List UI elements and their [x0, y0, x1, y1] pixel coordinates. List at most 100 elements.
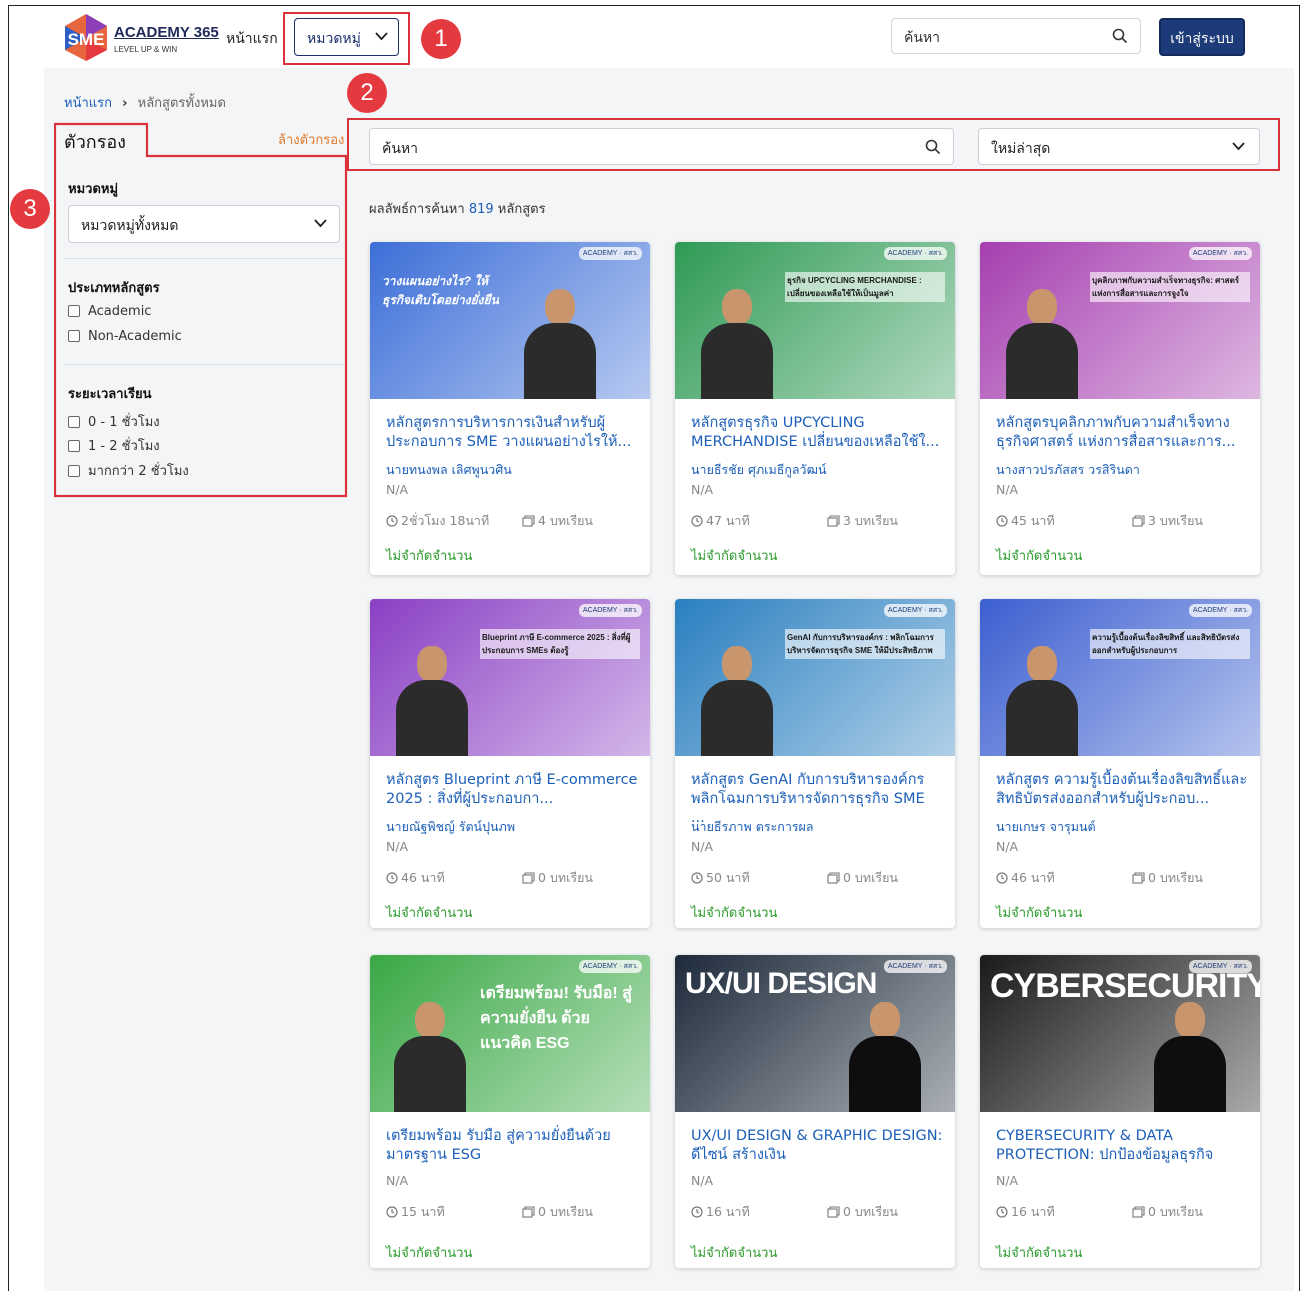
- sponsor-logo: ACADEMY · สสว.: [578, 604, 642, 617]
- course-thumbnail[interactable]: ACADEMY · สสว. ความรู้เบื้องต้นเรื่องลิขส…: [980, 599, 1260, 756]
- step-badge-2: 2: [347, 73, 387, 113]
- course-price: N/A: [386, 482, 409, 497]
- course-title[interactable]: หลักสูตรบุคลิกภาพกับความสำเร็จทางธุรกิจศ…: [996, 414, 1248, 452]
- clock-icon: [386, 872, 398, 884]
- course-card[interactable]: ACADEMY · สสว. Blueprint ภาษี E-commerce …: [370, 599, 650, 928]
- checkbox-icon[interactable]: [68, 465, 80, 477]
- course-duration: 50 นาที: [706, 870, 750, 885]
- course-duration: 45 นาที: [1011, 513, 1055, 528]
- course-duration: 46 นาที: [401, 870, 445, 885]
- checkbox-icon[interactable]: [68, 416, 80, 428]
- course-thumbnail[interactable]: ACADEMY · สสว. Blueprint ภาษี E-commerce …: [370, 599, 650, 756]
- course-lessons: 0 บทเรียน: [1148, 870, 1203, 885]
- lessons-icon: [1132, 515, 1145, 527]
- login-button[interactable]: เข้าสู่ระบบ: [1159, 18, 1245, 56]
- result-summary: ผลลัพธ์การค้นหา 819 หลักสูตร: [369, 198, 546, 219]
- nav-home-link[interactable]: หน้าแรก: [226, 28, 278, 50]
- course-instructor[interactable]: นายเกษร จารุมนต์: [996, 817, 1096, 837]
- course-lessons: 0 บทเรียน: [1148, 1204, 1203, 1219]
- sponsor-logo: ACADEMY · สสว.: [883, 960, 947, 973]
- checkbox-icon[interactable]: [68, 305, 80, 317]
- sponsor-logo: ACADEMY · สสว.: [578, 960, 642, 973]
- sponsor-logo: ACADEMY · สสว.: [578, 247, 642, 260]
- course-meta: 47 นาที 3 บทเรียน: [691, 511, 941, 531]
- course-thumbnail[interactable]: ACADEMY · สสว. UX/UI DESIGN: [675, 955, 955, 1112]
- course-duration: 16 นาที: [1011, 1204, 1055, 1219]
- checkbox-icon[interactable]: [68, 440, 80, 452]
- thumbnail-headline: ความรู้เบื้องต้นเรื่องลิขสิทธิ์ และสิทธิ…: [1090, 629, 1250, 659]
- course-thumbnail[interactable]: ACADEMY · สสว. วางแผนอย่างไร? ให้ธุรกิจเต…: [370, 242, 650, 399]
- course-seat-limit: ไม่จำกัดจำนวน: [691, 906, 778, 921]
- course-meta: 2ชั่วโมง 18นาที 4 บทเรียน: [386, 511, 636, 531]
- filter-option-duration-1-2[interactable]: 1 - 2 ชั่วโมง: [68, 435, 160, 456]
- course-card[interactable]: ACADEMY · สสว. ความรู้เบื้องต้นเรื่องลิขส…: [980, 599, 1260, 928]
- course-instructor[interactable]: นายณัฐพิชญ์ รัตน์ปุนภพ: [386, 817, 515, 837]
- course-title[interactable]: หลักสูตรการบริหารการเงินสำหรับผู้ประกอบก…: [386, 414, 638, 452]
- sponsor-logo: ACADEMY · สสว.: [883, 247, 947, 260]
- category-filter-select[interactable]: หมวดหมู่ทั้งหมด: [68, 205, 340, 243]
- course-card[interactable]: ACADEMY · สสว. บุคลิกภาพกับความสำเร็จทางธ…: [980, 242, 1260, 575]
- filter-option-label: มากกว่า 2 ชั่วโมง: [88, 464, 189, 479]
- course-card[interactable]: ACADEMY · สสว. เตรียมพร้อม! รับมือ! สู่คว…: [370, 955, 650, 1268]
- course-instructor[interactable]: นายธีรภาพ ตระการผล: [691, 817, 814, 837]
- sidebar-divider: [64, 364, 344, 365]
- course-thumbnail[interactable]: ACADEMY · สสว. GenAI กับการบริหารองค์กร :…: [675, 599, 955, 756]
- course-lessons-wrap: 4 บทเรียน: [522, 511, 593, 531]
- filter-option-duration-2-plus[interactable]: มากกว่า 2 ชั่วโมง: [68, 460, 189, 481]
- course-meta: 46 นาที 0 บทเรียน: [386, 868, 636, 888]
- course-title[interactable]: CYBERSECURITY & DATA PROTECTION: ปกป้องข…: [996, 1127, 1248, 1165]
- course-instructor[interactable]: นายธีรชัย ศุภเมธีกูลวัฒน์: [691, 460, 826, 480]
- filter-option-duration-0-1[interactable]: 0 - 1 ชั่วโมง: [68, 411, 160, 432]
- course-price: N/A: [691, 482, 714, 497]
- thumbnail-headline: ธุรกิจ UPCYCLING MERCHANDISE : เปลี่ยนขอ…: [785, 272, 945, 302]
- course-thumbnail[interactable]: ACADEMY · สสว. บุคลิกภาพกับความสำเร็จทางธ…: [980, 242, 1260, 399]
- clock-icon: [996, 515, 1008, 527]
- course-card[interactable]: ACADEMY · สสว. ธุรกิจ UPCYCLING MERCHANDI…: [675, 242, 955, 575]
- course-title[interactable]: หลักสูตร Blueprint ภาษี E-commerce 2025 …: [386, 771, 638, 809]
- search-icon[interactable]: [1112, 28, 1128, 44]
- course-card[interactable]: ACADEMY · สสว. UX/UI DESIGN UX/UI DESIGN &…: [675, 955, 955, 1268]
- course-card[interactable]: ACADEMY · สสว. CYBERSECURITY CYBERSECURITY…: [980, 955, 1260, 1268]
- course-title[interactable]: หลักสูตรธุรกิจ UPCYCLING MERCHANDISE เปล…: [691, 414, 943, 452]
- course-card[interactable]: ACADEMY · สสว. วางแผนอย่างไร? ให้ธุรกิจเต…: [370, 242, 650, 575]
- course-meta: 16 นาที 0 บทเรียน: [691, 1202, 941, 1222]
- course-thumbnail[interactable]: ACADEMY · สสว. เตรียมพร้อม! รับมือ! สู่คว…: [370, 955, 650, 1112]
- breadcrumb-separator-icon: ›: [122, 96, 128, 111]
- lessons-icon: [827, 872, 840, 884]
- filter-option-non-academic[interactable]: Non-Academic: [68, 329, 182, 344]
- course-title[interactable]: เตรียมพร้อม รับมือ สู่ความยั่งยืนด้วยมาต…: [386, 1127, 638, 1165]
- sort-select[interactable]: ใหม่ล่าสุด: [978, 128, 1260, 165]
- header-search-input[interactable]: ค้นหา: [891, 18, 1141, 54]
- logo-tagline: LEVEL UP & WIN: [114, 45, 178, 54]
- sidebar-divider: [64, 258, 344, 259]
- course-title[interactable]: หลักสูตร ความรู้เบื้องต้นเรื่องลิขสิทธิ์…: [996, 771, 1248, 809]
- course-meta: 50 นาที 0 บทเรียน: [691, 868, 941, 888]
- course-thumbnail[interactable]: ACADEMY · สสว. ธุรกิจ UPCYCLING MERCHANDI…: [675, 242, 955, 399]
- course-seat-limit: ไม่จำกัดจำนวน: [996, 1246, 1083, 1261]
- course-card[interactable]: ACADEMY · สสว. GenAI กับการบริหารองค์กร :…: [675, 599, 955, 928]
- site-logo[interactable]: SME ACADEMY 365 LEVEL UP & WIN: [62, 12, 222, 62]
- course-instructor[interactable]: นายทนงพล เลิศพูนวศิน: [386, 460, 512, 480]
- course-seat-limit: ไม่จำกัดจำนวน: [996, 549, 1083, 564]
- course-price: N/A: [386, 1173, 409, 1188]
- chevron-down-icon: [1232, 142, 1245, 151]
- course-duration: 16 นาที: [706, 1204, 750, 1219]
- chevron-down-icon: [314, 219, 327, 228]
- filter-option-academic[interactable]: Academic: [68, 304, 151, 319]
- thumbnail-headline: เตรียมพร้อม! รับมือ! สู่ความยั่งยืน ด้วย…: [480, 985, 632, 1052]
- course-duration: 15 นาที: [401, 1204, 445, 1219]
- course-seat-limit: ไม่จำกัดจำนวน: [386, 549, 473, 564]
- lessons-icon: [827, 1206, 840, 1218]
- filter-option-label: 1 - 2 ชั่วโมง: [88, 439, 160, 454]
- speaker-photo: [392, 646, 472, 756]
- search-icon[interactable]: [925, 139, 941, 155]
- checkbox-icon[interactable]: [68, 330, 80, 342]
- clock-icon: [996, 872, 1008, 884]
- course-price: N/A: [996, 839, 1019, 854]
- breadcrumb-home-link[interactable]: หน้าแรก: [64, 96, 112, 111]
- course-thumbnail[interactable]: ACADEMY · สสว. CYBERSECURITY: [980, 955, 1260, 1112]
- course-instructor[interactable]: นางสาวปรภัสสร วรสิรินดา: [996, 460, 1140, 480]
- course-title[interactable]: UX/UI DESIGN & GRAPHIC DESIGN: ดีไซน์ สร…: [691, 1127, 943, 1165]
- sponsor-logo: ACADEMY · สสว.: [1188, 604, 1252, 617]
- course-search-input[interactable]: ค้นหา: [369, 128, 954, 165]
